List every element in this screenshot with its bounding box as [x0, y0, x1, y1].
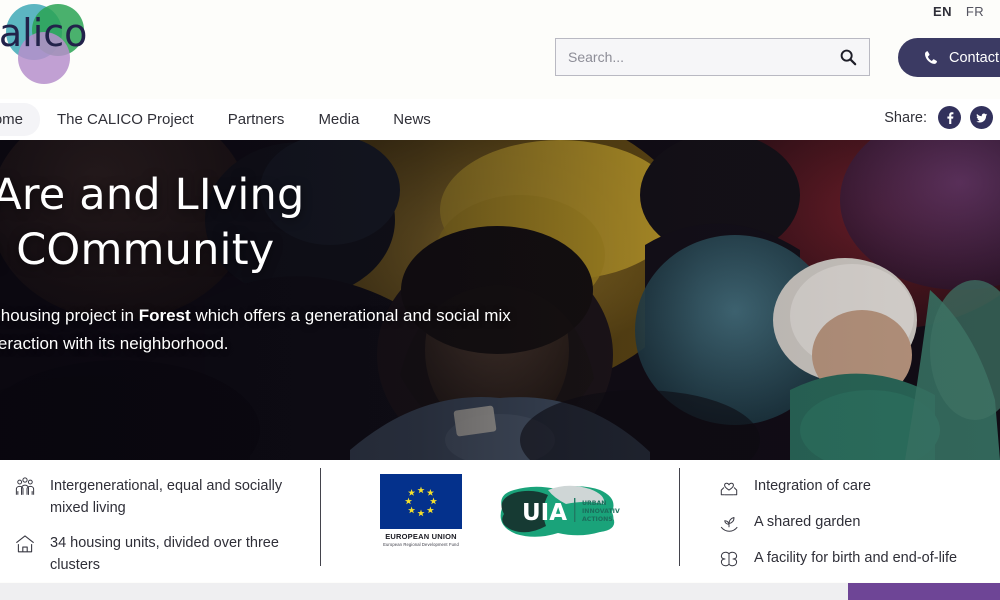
uia-line2: INNOVATIVE: [582, 508, 620, 515]
feature-item: Integration of care: [718, 475, 1000, 498]
uia-line3: ACTIONS: [582, 516, 613, 523]
hero-banner: CAre and LIving In COmmunity A co-housin…: [0, 140, 1000, 460]
eu-logo-name: EUROPEAN UNION: [385, 532, 457, 541]
language-switcher[interactable]: EN FR: [933, 4, 984, 19]
contact-button-label: Contact: [949, 49, 999, 66]
nav-item-the-calico-project[interactable]: The CALICO Project: [40, 103, 211, 136]
hero-title: CAre and LIving In COmmunity: [0, 170, 305, 276]
share-group: Share:: [884, 106, 993, 129]
nav-item-home[interactable]: Home: [0, 103, 41, 136]
hero-subtitle: A co-housing project in Forest which off…: [0, 302, 522, 357]
eu-stars-icon: [380, 474, 462, 529]
uia-abbr: UIA: [522, 500, 567, 526]
facebook-icon[interactable]: [938, 106, 961, 129]
footer-accent-bar: [848, 583, 1000, 600]
site-logo[interactable]: calico: [0, 0, 90, 88]
feature-text: 34 housing units, divided over three clu…: [50, 535, 279, 574]
language-fr[interactable]: FR: [966, 4, 984, 19]
house-icon: [14, 533, 36, 555]
feature-item: A facility for birth and end-of-life: [718, 547, 1000, 570]
nav-item-partners[interactable]: Partners: [211, 103, 302, 136]
feature-text: Intergenerational, equal and socially mi…: [50, 478, 283, 517]
search-box[interactable]: [555, 38, 870, 76]
hero-subtitle-before: A co-housing project in: [0, 306, 134, 326]
nav-items: Home The CALICO Project Partners Media N…: [0, 99, 448, 140]
butterfly-icon: [718, 548, 740, 570]
search-icon[interactable]: [839, 48, 857, 66]
feature-text: Integration of care: [754, 478, 871, 494]
features-right-column: Integration of care A shared garden A fa…: [680, 460, 1000, 583]
feature-item: Intergenerational, equal and socially mi…: [14, 475, 320, 519]
phone-icon: [925, 51, 937, 64]
uia-line1: URBAN: [582, 500, 606, 507]
twitter-icon[interactable]: [970, 106, 993, 129]
group-people-icon: [14, 476, 36, 498]
features-left-column: Intergenerational, equal and socially mi…: [0, 460, 320, 589]
nav-item-news[interactable]: News: [376, 103, 448, 136]
search-input[interactable]: [568, 49, 839, 65]
uia-logo: UIA URBAN INNOVATIVE ACTIONS: [500, 485, 620, 537]
calico-logo-icon: calico: [0, 4, 87, 84]
language-en[interactable]: EN: [933, 4, 952, 19]
page-root: calico EN FR Contact Home The CALICO Pro…: [0, 0, 1000, 600]
sprout-hand-icon: [718, 512, 740, 534]
feature-item: A shared garden: [718, 511, 1000, 534]
hero-subtitle-bold: Forest: [138, 306, 191, 326]
footer-strip: [0, 583, 1000, 600]
feature-item: 34 housing units, divided over three clu…: [14, 532, 320, 576]
contact-button[interactable]: Contact: [898, 38, 1000, 77]
feature-text: A facility for birth and end-of-life: [754, 550, 958, 566]
hands-heart-icon: [718, 476, 740, 498]
share-label: Share:: [884, 109, 927, 126]
feature-text: A shared garden: [754, 514, 861, 530]
european-union-logo: EUROPEAN UNION European Regional Develop…: [380, 474, 462, 547]
svg-text:calico: calico: [0, 11, 87, 55]
features-bar: Intergenerational, equal and socially mi…: [0, 460, 1000, 582]
eu-logo-subtitle: European Regional Development Fund: [383, 542, 459, 547]
nav-item-media[interactable]: Media: [301, 103, 376, 136]
site-header: calico EN FR Contact: [0, 0, 1000, 100]
eu-flag-icon: [380, 474, 462, 529]
main-navigation: Home The CALICO Project Partners Media N…: [0, 99, 1000, 140]
partner-logos: EUROPEAN UNION European Regional Develop…: [321, 460, 679, 547]
hero-content: CAre and LIving In COmmunity A co-housin…: [0, 168, 522, 357]
